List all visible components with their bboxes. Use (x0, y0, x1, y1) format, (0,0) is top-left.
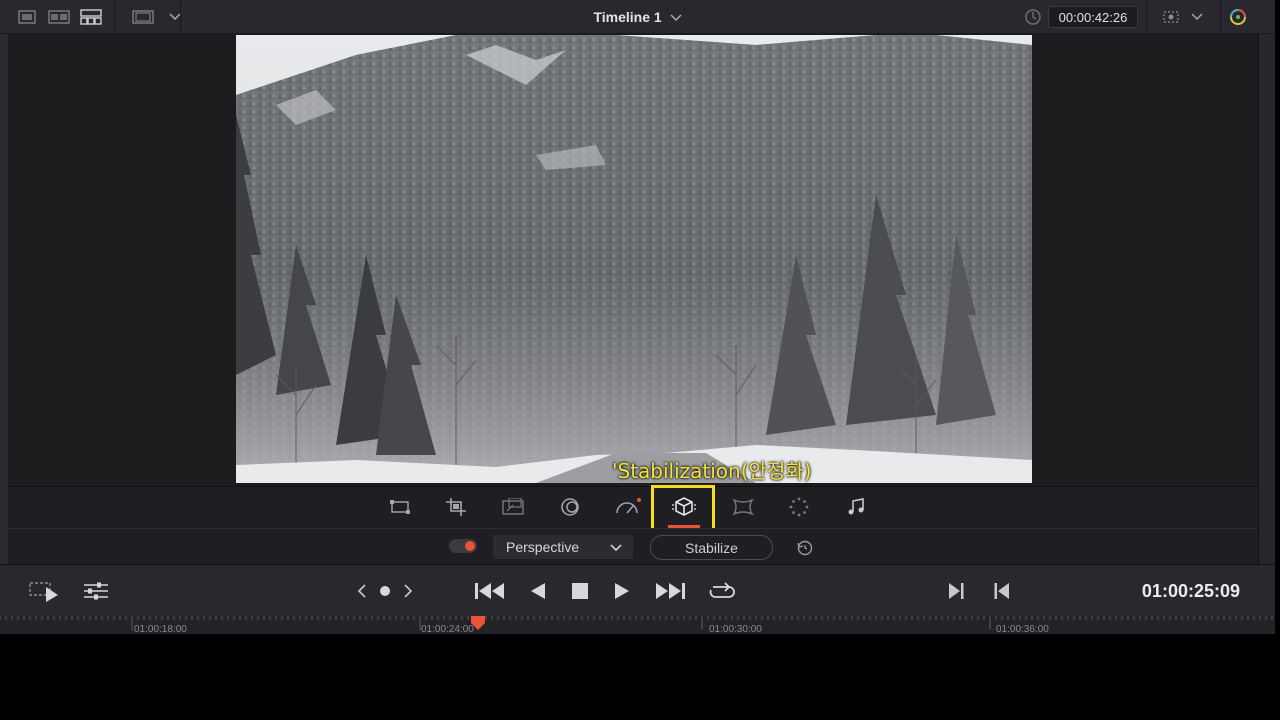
loop-icon[interactable] (705, 578, 739, 604)
ruler-label: 01:00:36:00 (996, 624, 1049, 634)
timeline-ruler[interactable]: 01:00:18:00 01:00:24:00 01:00:30:00 01:0… (0, 616, 1275, 634)
viewer-options-icon[interactable] (1156, 6, 1186, 28)
cinema-playback-icon[interactable] (28, 578, 62, 604)
dynamic-zoom-icon[interactable] (499, 494, 527, 520)
go-to-end-icon[interactable] (652, 580, 688, 602)
chevron-down-icon[interactable] (1190, 6, 1204, 28)
stabilization-controls (8, 528, 1258, 564)
crop-icon[interactable] (442, 494, 470, 520)
go-to-start-icon[interactable] (472, 580, 508, 602)
stabilization-highlight-box (651, 485, 715, 533)
stabilization-mode-select[interactable]: Perspective (493, 535, 633, 559)
play-reverse-icon[interactable] (526, 580, 550, 602)
next-keyframe-icon[interactable] (400, 582, 416, 600)
video-frame[interactable] (236, 35, 1032, 483)
dual-viewer-icon[interactable] (44, 6, 74, 28)
viewer-header: Timeline 1 00:00:42:26 (0, 0, 1275, 34)
composite-icon[interactable] (556, 494, 584, 520)
record-timecode: 01:00:25:09 (1141, 581, 1240, 601)
stabilize-button[interactable]: Stabilize (650, 535, 773, 560)
playback-settings-icon[interactable] (82, 580, 110, 602)
play-icon[interactable] (610, 580, 634, 602)
cinema-viewer-icon[interactable] (76, 6, 106, 28)
color-picker-icon[interactable] (1228, 7, 1248, 32)
transport-bar (0, 564, 1275, 616)
single-viewer-icon[interactable] (12, 6, 42, 28)
timeline-title[interactable]: Timeline 1 (593, 9, 661, 25)
stabilization-mode-value: Perspective (506, 539, 580, 555)
ruler-label: 01:00:24:00 (421, 624, 474, 634)
reset-icon[interactable] (795, 538, 815, 558)
ruler-label: 01:00:30:00 (709, 624, 762, 634)
source-timecode[interactable]: 00:00:42:26 (1048, 6, 1138, 28)
right-panel-edge (1258, 34, 1275, 564)
keyframe-dot-icon[interactable] (376, 582, 394, 600)
stabilization-annotation: 'Stabilization(안정화) (612, 459, 812, 483)
left-panel-edge (0, 34, 8, 564)
next-edit-icon[interactable] (944, 580, 968, 602)
playhead-marker[interactable] (471, 616, 485, 630)
chevron-down-icon[interactable] (670, 14, 682, 22)
chevron-down-icon (610, 544, 622, 552)
clip-sync-icon[interactable] (1024, 8, 1042, 31)
transform-icon[interactable] (386, 494, 414, 520)
ruler-label: 01:00:18:00 (134, 624, 187, 634)
stop-icon[interactable] (568, 580, 592, 602)
previous-edit-icon[interactable] (990, 580, 1014, 602)
lens-correction-icon[interactable] (729, 494, 757, 520)
stabilization-toggle[interactable] (449, 539, 477, 553)
fx-overlay-icon[interactable] (785, 494, 813, 520)
previous-keyframe-icon[interactable] (354, 582, 370, 600)
audio-icon[interactable] (842, 494, 870, 520)
chevron-down-icon[interactable] (160, 6, 190, 28)
viewer-size-icon[interactable] (128, 6, 158, 28)
retime-speed-icon[interactable] (614, 494, 642, 520)
